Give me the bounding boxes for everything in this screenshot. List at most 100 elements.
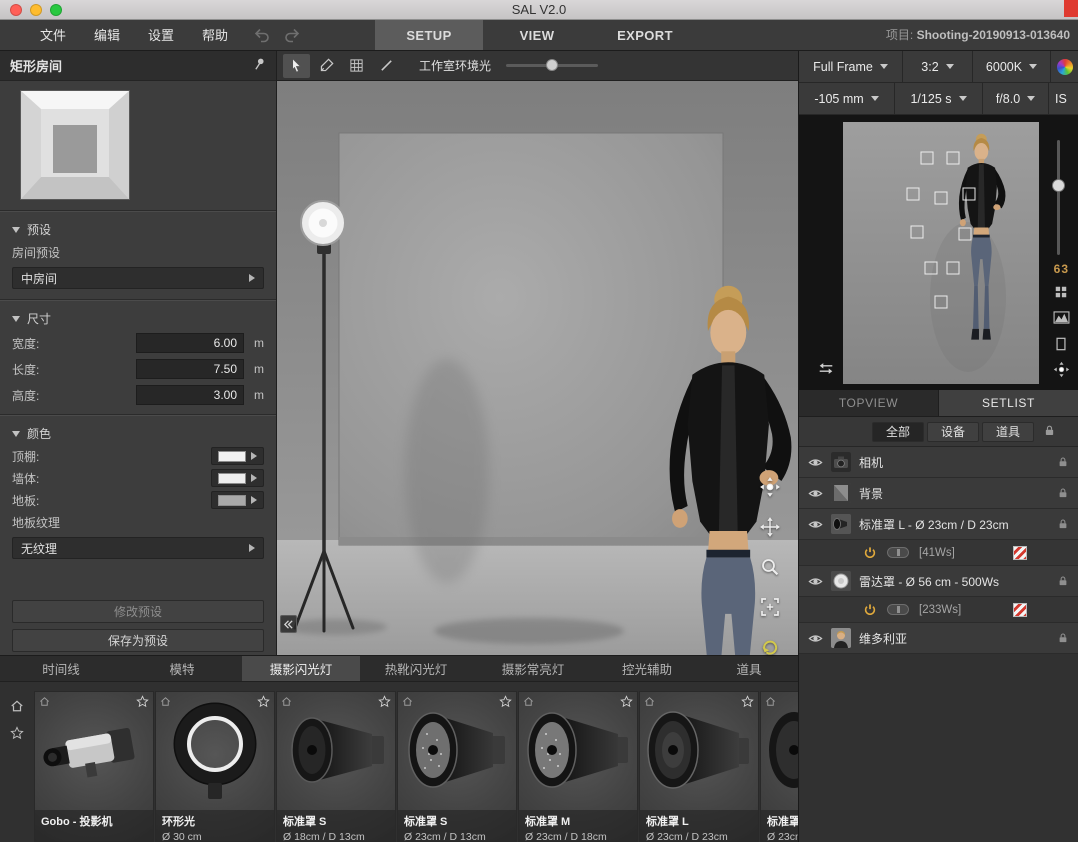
library-card-ringlight[interactable]: 环形光 Ø 30 cm bbox=[155, 691, 275, 842]
floor-color-picker[interactable] bbox=[211, 491, 264, 509]
menu-settings[interactable]: 设置 bbox=[134, 20, 188, 51]
tab-setup[interactable]: SETUP bbox=[375, 20, 483, 50]
undo-icon[interactable] bbox=[252, 25, 272, 45]
filter-props[interactable]: 道具 bbox=[982, 422, 1034, 442]
visibility-eye-icon[interactable] bbox=[808, 631, 823, 646]
pin-icon[interactable] bbox=[252, 57, 266, 74]
favorites-filter-icon[interactable] bbox=[10, 726, 24, 743]
library-card-reflector-s2[interactable]: 标准罩 S Ø 23cm / D 13cm bbox=[397, 691, 517, 842]
zoom-button[interactable] bbox=[50, 4, 62, 16]
power-icon[interactable] bbox=[863, 603, 877, 617]
histogram-icon[interactable] bbox=[1051, 309, 1071, 326]
rotate-view-icon[interactable] bbox=[758, 635, 782, 659]
section-colors[interactable]: 颜色 bbox=[0, 422, 276, 445]
gel-color-indicator[interactable] bbox=[1013, 546, 1027, 560]
modify-preset-button[interactable]: 修改预设 bbox=[12, 600, 264, 623]
tab-topview[interactable]: TOPVIEW bbox=[799, 390, 939, 416]
menu-file[interactable]: 文件 bbox=[26, 20, 80, 51]
setlist-item-reflector-l[interactable]: 标准罩 L - Ø 23cm / D 23cm bbox=[799, 509, 1078, 540]
setlist-item-background[interactable]: 背景 bbox=[799, 478, 1078, 509]
star-icon[interactable] bbox=[499, 695, 512, 711]
wall-color-picker[interactable] bbox=[211, 469, 264, 487]
library-card-gobo[interactable]: Gobo - 投影机 bbox=[34, 691, 154, 842]
lock-icon[interactable] bbox=[1057, 632, 1069, 644]
library-card-reflector-m[interactable]: 标准罩 M Ø 23cm / D 18cm bbox=[518, 691, 638, 842]
iso-dropdown[interactable]: IS bbox=[1049, 83, 1078, 114]
tab-studio-flash[interactable]: 摄影闪光灯 bbox=[242, 656, 360, 681]
grid-tool[interactable] bbox=[343, 54, 370, 78]
shutter-speed-dropdown[interactable]: 1/125 s bbox=[895, 83, 983, 114]
tab-setlist[interactable]: SETLIST bbox=[939, 390, 1078, 416]
backdrop-object[interactable] bbox=[339, 133, 723, 545]
swap-view-icon[interactable] bbox=[817, 362, 835, 378]
section-size[interactable]: 尺寸 bbox=[0, 307, 276, 330]
portrait-frame-icon[interactable] bbox=[1051, 335, 1071, 352]
brush-tool[interactable] bbox=[313, 54, 340, 78]
aspect-ratio-dropdown[interactable]: 3:2 bbox=[903, 51, 973, 82]
lock-icon[interactable] bbox=[1057, 487, 1069, 499]
tab-timeline[interactable]: 时间线 bbox=[0, 656, 122, 681]
aperture-dropdown[interactable]: f/8.0 bbox=[983, 83, 1049, 114]
lock-icon[interactable] bbox=[1057, 456, 1069, 468]
tab-models[interactable]: 模特 bbox=[122, 656, 242, 681]
menu-help[interactable]: 帮助 bbox=[188, 20, 242, 51]
preview-zoom-slider[interactable] bbox=[1057, 140, 1060, 255]
home-filter-icon[interactable] bbox=[10, 699, 24, 716]
length-input[interactable] bbox=[136, 359, 244, 379]
ambient-light-slider[interactable] bbox=[506, 64, 598, 67]
close-button[interactable] bbox=[10, 4, 22, 16]
lock-icon[interactable] bbox=[1057, 518, 1069, 530]
ceiling-color-picker[interactable] bbox=[211, 447, 264, 465]
tab-light-modifiers[interactable]: 控光辅助 bbox=[594, 656, 700, 681]
height-input[interactable] bbox=[136, 385, 244, 405]
sensor-format-dropdown[interactable]: Full Frame bbox=[799, 51, 903, 82]
star-icon[interactable] bbox=[257, 695, 270, 711]
select-tool[interactable] bbox=[283, 54, 310, 78]
white-balance-dropdown[interactable]: 6000K bbox=[973, 51, 1051, 82]
tab-continuous-light[interactable]: 摄影常亮灯 bbox=[472, 656, 594, 681]
setlist-item-model[interactable]: 维多利亚 bbox=[799, 623, 1078, 654]
room-preset-dropdown[interactable]: 中房间 bbox=[12, 267, 264, 289]
lock-icon[interactable] bbox=[1057, 575, 1069, 587]
tiles-icon[interactable] bbox=[1051, 283, 1071, 300]
line-tool[interactable] bbox=[373, 54, 400, 78]
setlist-item-camera[interactable]: 相机 bbox=[799, 447, 1078, 478]
visibility-eye-icon[interactable] bbox=[808, 455, 823, 470]
focal-length-dropdown[interactable]: -105 mm bbox=[799, 83, 895, 114]
tab-props[interactable]: 道具 bbox=[700, 656, 798, 681]
scene-3d[interactable] bbox=[277, 81, 798, 655]
star-icon[interactable] bbox=[741, 695, 754, 711]
library-card-reflector-partial[interactable]: 标准罩 Ø 23cm bbox=[760, 691, 798, 842]
section-presets[interactable]: 预设 bbox=[0, 218, 276, 241]
gel-color-indicator[interactable] bbox=[1013, 603, 1027, 617]
menu-edit[interactable]: 编辑 bbox=[80, 20, 134, 51]
pan-icon[interactable] bbox=[758, 515, 782, 539]
width-input[interactable] bbox=[136, 333, 244, 353]
orbit-icon[interactable] bbox=[758, 475, 782, 499]
floor-texture-dropdown[interactable]: 无纹理 bbox=[12, 537, 264, 559]
star-icon[interactable] bbox=[378, 695, 391, 711]
setlist-item-radar-dish[interactable]: 雷达罩 - Ø 56 cm - 500Ws bbox=[799, 566, 1078, 597]
filter-equipment[interactable]: 设备 bbox=[927, 422, 979, 442]
redo-icon[interactable] bbox=[282, 25, 302, 45]
tab-export[interactable]: EXPORT bbox=[591, 20, 699, 50]
visibility-eye-icon[interactable] bbox=[808, 517, 823, 532]
library-card-reflector-l[interactable]: 标准罩 L Ø 23cm / D 23cm bbox=[639, 691, 759, 842]
flash-power-dial-icon[interactable] bbox=[887, 547, 909, 558]
visibility-eye-icon[interactable] bbox=[808, 486, 823, 501]
flash-power-dial-icon[interactable] bbox=[887, 604, 909, 615]
save-preset-button[interactable]: 保存为预设 bbox=[12, 629, 264, 652]
power-icon[interactable] bbox=[863, 546, 877, 560]
preview-zoom-knob[interactable] bbox=[1052, 179, 1065, 192]
library-card-reflector-s1[interactable]: 标准罩 S Ø 18cm / D 13cm bbox=[276, 691, 396, 842]
tab-view[interactable]: VIEW bbox=[483, 20, 591, 50]
visibility-eye-icon[interactable] bbox=[808, 574, 823, 589]
star-icon[interactable] bbox=[620, 695, 633, 711]
zoom-icon[interactable] bbox=[758, 555, 782, 579]
collapse-panel-button[interactable] bbox=[280, 615, 297, 633]
filter-all[interactable]: 全部 bbox=[872, 422, 924, 442]
tab-speedlight[interactable]: 热靴闪光灯 bbox=[360, 656, 472, 681]
lock-filter-icon[interactable] bbox=[1043, 424, 1056, 440]
star-icon[interactable] bbox=[136, 695, 149, 711]
camera-preview-photo[interactable] bbox=[843, 122, 1039, 384]
